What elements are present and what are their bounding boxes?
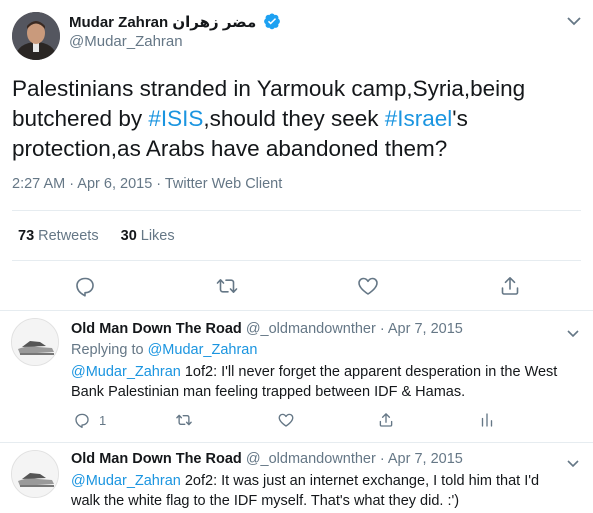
chevron-down-icon[interactable] — [566, 456, 580, 468]
hashtag-isis[interactable]: #ISIS — [148, 106, 203, 131]
reply-text-line-1: @Mudar_Zahran 1of2: I'll never forget th… — [71, 362, 591, 382]
retweets-stat[interactable]: 73 Retweets — [18, 228, 99, 244]
divider — [12, 260, 581, 261]
reply-text-line-2: walk the white flag to the IDF myself. T… — [71, 493, 460, 509]
reply-author-name[interactable]: Old Man Down The Road — [71, 321, 242, 337]
reply-avatar[interactable] — [11, 318, 59, 366]
analytics-icon[interactable] — [478, 411, 496, 429]
likes-label: Likes — [140, 228, 175, 244]
chevron-down-icon[interactable] — [566, 326, 580, 338]
share-icon[interactable] — [377, 411, 395, 429]
reply-icon[interactable] — [73, 274, 97, 298]
retweet-icon[interactable] — [215, 274, 239, 298]
reply-text-line-1: @Mudar_Zahran 2of2: It was just an inter… — [71, 471, 591, 491]
reply-icon[interactable] — [73, 411, 91, 429]
reply-text-segment: 2of2: It was just an internet exchange, … — [180, 473, 540, 489]
heart-icon[interactable] — [277, 411, 295, 429]
heart-icon[interactable] — [356, 274, 380, 298]
reply-text-segment: 1of2: I'll never forget the apparent des… — [180, 364, 558, 380]
verified-badge-icon — [263, 12, 281, 30]
retweets-label: Retweets — [38, 228, 99, 244]
tweet-text-line-1: Palestinians stranded in Yarmouk camp,Sy… — [12, 76, 526, 101]
reply-header: Old Man Down The Road @_oldmandownther ·… — [71, 321, 463, 337]
author-handle[interactable]: @Mudar_Zahran — [69, 33, 183, 50]
reply-handle-date[interactable]: @_oldmandownther · Apr 7, 2015 — [246, 321, 463, 337]
author-avatar[interactable] — [12, 12, 60, 60]
mention-link[interactable]: @Mudar_Zahran — [71, 364, 181, 380]
replying-to-link[interactable]: @Mudar_Zahran — [148, 342, 258, 358]
mention-link[interactable]: @Mudar_Zahran — [71, 473, 181, 489]
retweet-icon[interactable] — [175, 411, 193, 429]
divider — [0, 442, 593, 443]
reply-text: @Mudar_Zahran 2of2: It was just an inter… — [71, 471, 591, 511]
reply-header: Old Man Down The Road @_oldmandownther ·… — [71, 451, 463, 467]
likes-stat[interactable]: 30 Likes — [121, 228, 175, 244]
chevron-down-icon[interactable] — [566, 14, 582, 26]
replying-to: Replying to @Mudar_Zahran — [71, 342, 257, 358]
tweet-text-segment: ,should they seek — [203, 106, 385, 131]
divider — [0, 310, 593, 311]
retweets-count: 73 — [18, 228, 35, 244]
reply-avatar[interactable] — [11, 450, 59, 498]
tweet-stats: 73 Retweets 30 Likes — [18, 228, 193, 244]
likes-count: 30 — [120, 228, 137, 244]
divider — [12, 210, 581, 211]
tweet-text-line-3: protection,as Arabs have abandoned them? — [12, 136, 448, 161]
author-name-text[interactable]: Mudar Zahran مضر زهران — [69, 14, 256, 31]
share-icon[interactable] — [498, 274, 522, 298]
tweet-text: Palestinians stranded in Yarmouk camp,Sy… — [12, 74, 582, 164]
reply-count: 1 — [99, 413, 107, 428]
tweet-text-line-2: butchered by #ISIS,should they seek #Isr… — [12, 104, 582, 134]
tweet-text-segment: 's — [452, 106, 468, 131]
reply-handle-date[interactable]: @_oldmandownther · Apr 7, 2015 — [246, 451, 463, 467]
author-name[interactable]: Mudar Zahran مضر زهران — [69, 12, 281, 31]
replying-to-label: Replying to — [71, 342, 148, 358]
hashtag-israel[interactable]: #Israel — [385, 106, 453, 131]
tweet-text-segment: butchered by — [12, 106, 149, 131]
tweet-timestamp[interactable]: 2:27 AM · Apr 6, 2015 · Twitter Web Clie… — [12, 176, 282, 192]
reply-text-line-2: Bank Palestinian man feeling trapped bet… — [71, 384, 466, 400]
reply-text: @Mudar_Zahran 1of2: I'll never forget th… — [71, 362, 591, 402]
reply-author-name[interactable]: Old Man Down The Road — [71, 451, 242, 467]
